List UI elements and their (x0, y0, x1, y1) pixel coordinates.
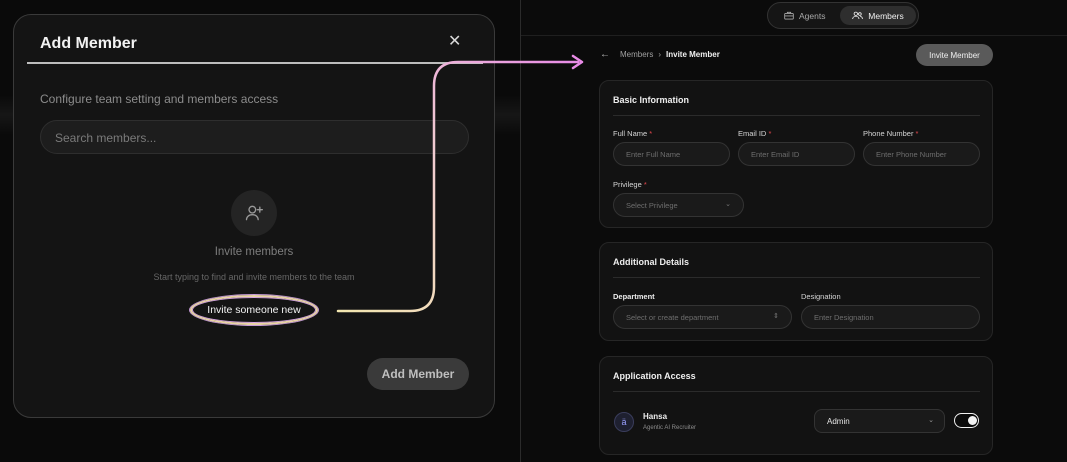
tab-members-label: Members (868, 10, 904, 21)
invite-members-description: Start typing to find and invite members … (153, 272, 355, 282)
invite-someone-new-label: Invite someone new (207, 304, 301, 316)
department-label: Department (613, 292, 655, 301)
card-title: Additional Details (613, 257, 690, 267)
toggle-knob (967, 415, 977, 425)
modal-title: Add Member (40, 35, 137, 52)
add-member-modal: Add Member ✕ Configure team setting and … (13, 14, 495, 418)
department-select[interactable]: Select or create department ⇕ (613, 305, 792, 329)
full-name-label: Full Name * (613, 129, 652, 138)
phone-label: Phone Number * (863, 129, 918, 138)
phone-placeholder: Enter Phone Number (876, 149, 947, 159)
phone-input[interactable]: Enter Phone Number (863, 142, 980, 166)
privilege-label-text: Privilege (613, 180, 642, 189)
section-switcher: Agents Members (767, 2, 919, 29)
required-marker: * (643, 180, 647, 189)
email-label-text: Email ID (738, 129, 767, 138)
email-label: Email ID * (738, 129, 771, 138)
add-member-label: Add Member (381, 367, 455, 381)
app-name: Hansa (643, 412, 668, 421)
chevron-down-icon: ⌄ (928, 417, 934, 424)
privilege-select[interactable]: Select Privilege ⌄ (613, 193, 744, 217)
required-marker: * (915, 129, 919, 138)
tab-members[interactable]: Members (840, 6, 916, 25)
email-placeholder: Enter Email ID (751, 149, 800, 159)
full-name-placeholder: Enter Full Name (626, 149, 681, 159)
search-placeholder: Search members... (55, 131, 157, 145)
breadcrumb-current: Invite Member (666, 50, 720, 59)
card-divider (613, 115, 980, 116)
chevron-down-icon: ⌄ (725, 201, 731, 208)
breadcrumb-members[interactable]: Members (620, 50, 653, 59)
invite-members-heading: Invite members (214, 246, 294, 258)
app-subtitle: Agentic AI Recruiter (643, 425, 697, 431)
role-select[interactable]: Admin ⌄ (814, 409, 945, 433)
tab-agents-label: Agents (799, 10, 826, 21)
hansa-app-icon: ä (614, 412, 634, 432)
privilege-placeholder: Select Privilege (626, 200, 678, 210)
card-title: Application Access (613, 371, 696, 381)
access-toggle[interactable] (954, 413, 979, 428)
tab-agents[interactable]: Agents (778, 7, 831, 24)
back-arrow-icon[interactable]: ← (600, 49, 610, 60)
topbar-divider (521, 35, 1067, 36)
required-marker: * (649, 129, 653, 138)
user-plus-icon (231, 190, 277, 236)
additional-details-card: Additional Details Department Select or … (599, 242, 993, 341)
breadcrumb-separator: › (658, 50, 662, 59)
email-input[interactable]: Enter Email ID (738, 142, 855, 166)
users-icon (852, 11, 864, 20)
updown-chevron-icon: ⇕ (773, 313, 779, 320)
designation-input[interactable]: Enter Designation (801, 305, 980, 329)
full-name-input[interactable]: Enter Full Name (613, 142, 730, 166)
modal-subtitle: Configure team setting and members acces… (40, 92, 279, 106)
card-title: Basic Information (613, 95, 690, 105)
basic-information-card: Basic Information Full Name * Enter Full… (599, 80, 993, 228)
breadcrumb: ← Members › Invite Member (600, 49, 720, 60)
application-access-card: Application Access ä Hansa Agentic AI Re… (599, 356, 993, 455)
required-marker: * (768, 129, 772, 138)
add-member-button[interactable]: Add Member (367, 358, 469, 390)
card-divider (613, 277, 980, 278)
role-value: Admin (827, 416, 850, 426)
full-name-label-text: Full Name (613, 129, 648, 138)
department-placeholder: Select or create department (626, 312, 719, 322)
invite-member-button[interactable]: Invite Member (916, 44, 993, 66)
search-members-input[interactable]: Search members... (40, 120, 469, 154)
card-divider (613, 391, 980, 392)
designation-label: Designation (801, 292, 841, 301)
privilege-label: Privilege * (613, 180, 647, 189)
modal-divider (27, 62, 483, 64)
close-icon[interactable]: ✕ (448, 32, 461, 52)
phone-label-text: Phone Number (863, 129, 914, 138)
invite-someone-new-button[interactable]: Invite someone new (190, 295, 318, 325)
designation-placeholder: Enter Designation (814, 312, 874, 322)
briefcase-icon (784, 11, 794, 20)
